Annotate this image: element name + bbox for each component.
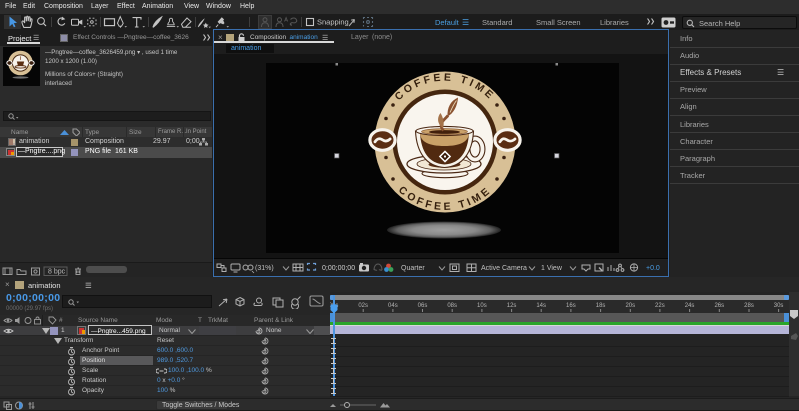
svg-text:Snapping: Snapping <box>317 18 349 27</box>
svg-text:16s: 16s <box>566 303 576 309</box>
svg-text:14s: 14s <box>536 303 546 309</box>
svg-text:06s: 06s <box>418 303 428 309</box>
svg-text:18s: 18s <box>596 303 606 309</box>
svg-text:10s: 10s <box>477 303 487 309</box>
svg-text:12s: 12s <box>507 303 517 309</box>
svg-text:0;00;00;00: 0;00;00;00 <box>322 265 355 272</box>
svg-text:04s: 04s <box>388 303 398 309</box>
svg-text:1 View: 1 View <box>541 265 563 272</box>
svg-text:24s: 24s <box>685 303 695 309</box>
svg-text:Quarter: Quarter <box>401 265 425 272</box>
svg-text:28s: 28s <box>744 303 754 309</box>
svg-text:20s: 20s <box>625 303 635 309</box>
svg-text:02s: 02s <box>358 303 368 309</box>
svg-text:Active Camera: Active Camera <box>481 265 527 272</box>
svg-text:26s: 26s <box>714 303 724 309</box>
svg-text:8 bpc: 8 bpc <box>48 268 66 275</box>
svg-text:(31%): (31%) <box>255 265 274 272</box>
svg-text:30s: 30s <box>774 303 784 309</box>
svg-text:+0.0: +0.0 <box>646 265 660 272</box>
svg-text:22s: 22s <box>655 303 665 309</box>
svg-text:08s: 08s <box>447 303 457 309</box>
